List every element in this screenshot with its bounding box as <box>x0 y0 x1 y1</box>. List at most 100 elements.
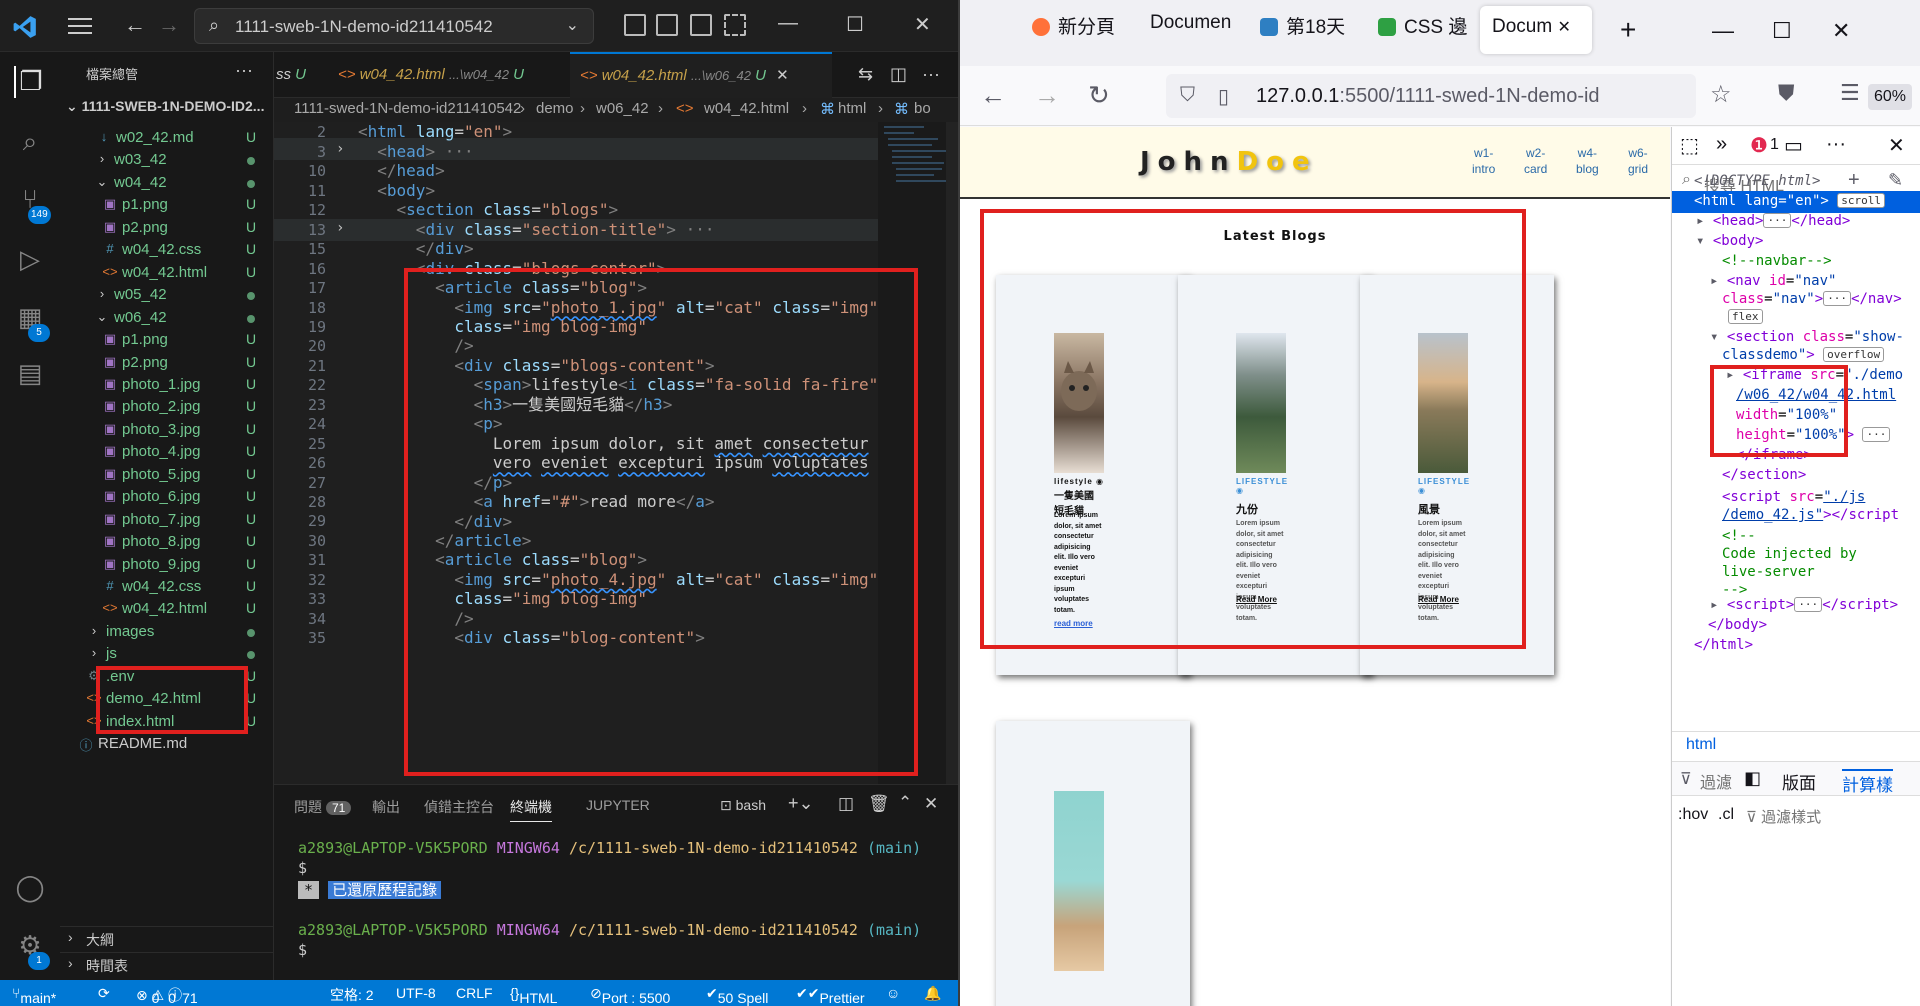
eyedropper-icon[interactable]: ✎ <box>1888 170 1903 191</box>
toggle-secondary-sidebar-icon[interactable] <box>690 14 712 36</box>
more-actions-icon[interactable]: ··· <box>922 64 940 85</box>
dom-node[interactable]: <!DOCTYPE html> <box>1694 173 1820 189</box>
more-tools-icon[interactable]: » <box>1716 133 1727 156</box>
tab-jupyter[interactable]: JUPYTER <box>586 797 650 813</box>
browser-tab[interactable]: 新分頁 <box>1032 12 1128 56</box>
site-logo[interactable]: JohnDoe <box>1140 147 1318 177</box>
account-icon[interactable]: ◯ <box>14 872 46 904</box>
tab-partial[interactable]: ss U <box>274 52 326 98</box>
forward-arrow-icon[interactable]: → <box>1034 80 1060 111</box>
url-bar[interactable]: ⛉ ▯ 127.0.0.1:5500/1111-swed-1N-demo-id … <box>1166 74 1913 118</box>
root-folder[interactable]: ⌄ 1111-SWEB-1N-DEMO-ID2... <box>66 98 264 115</box>
maximize-icon[interactable]: ☐ <box>846 12 864 37</box>
app-menu-icon[interactable]: ☰ <box>1840 80 1860 106</box>
zoom-level[interactable]: 60% <box>1868 84 1913 110</box>
tab-debug-console[interactable]: 偵錯主控台 <box>424 797 494 817</box>
read-more-link[interactable]: Read More <box>1236 595 1277 604</box>
feedback-icon[interactable]: ☺ <box>886 985 900 1001</box>
dom-node[interactable]: /w06_42/w04_42.html <box>1736 387 1896 403</box>
prettier-indicator[interactable]: ✔✔ Prettier <box>796 985 865 1006</box>
page-icon[interactable]: ▯ <box>1218 84 1229 109</box>
new-tab-icon[interactable]: + <box>1620 14 1636 46</box>
dock-icon[interactable]: ▭ <box>1784 133 1803 158</box>
fold-chevron-icon[interactable]: › <box>336 141 344 157</box>
open-changes-icon[interactable]: ⇆ <box>858 64 873 85</box>
trash-icon[interactable]: 🗑 <box>868 794 890 814</box>
tab-w04-html[interactable]: <> w04_42.html ...\w04_42 U <box>328 52 568 98</box>
tab-close-icon[interactable]: ✕ <box>776 67 789 84</box>
tab-problems[interactable]: 問題 71 <box>294 797 352 817</box>
maximize-icon[interactable]: ☐ <box>1772 18 1792 44</box>
tab-output[interactable]: 輸出 <box>372 797 400 817</box>
tab-w06-html[interactable]: <> w04_42.html ...\w06_42 U ✕ <box>570 52 832 98</box>
browser-tab[interactable]: 第18天 <box>1260 12 1356 56</box>
dom-node[interactable]: classdemo"> overflow <box>1722 347 1885 363</box>
flex-badge[interactable]: flex <box>1728 309 1763 324</box>
add-node-icon[interactable]: + <box>1848 169 1860 192</box>
breadcrumb-item[interactable]: html <box>838 100 866 117</box>
fold-chevron-icon[interactable]: › <box>336 220 344 236</box>
new-terminal-icon[interactable]: +⌄ <box>788 793 814 814</box>
nav-link-w4[interactable]: w4- blog <box>1576 145 1599 177</box>
customize-layout-icon[interactable] <box>724 14 746 36</box>
dom-node[interactable]: </html> <box>1694 637 1753 653</box>
explorer-icon[interactable]: ❐ <box>14 66 46 98</box>
toggle-sidebar-icon[interactable] <box>624 14 646 36</box>
more-actions-icon[interactable]: ··· <box>1826 133 1846 156</box>
search-icon[interactable]: ⌕ <box>14 126 46 158</box>
tab-terminal[interactable]: 終端機 <box>510 797 552 822</box>
file-item[interactable]: ⓘ README.md <box>60 732 274 758</box>
cls-toggle[interactable]: .cl <box>1718 806 1734 824</box>
encoding-indicator[interactable]: UTF-8 <box>396 985 436 1001</box>
browser-tab[interactable]: CSS 邊 <box>1378 12 1474 56</box>
more-actions-icon[interactable]: ··· <box>235 60 253 81</box>
eol-indicator[interactable]: CRLF <box>456 985 493 1001</box>
code-editor[interactable]: 1231011121315161718192021222324252627282… <box>274 122 958 784</box>
hov-toggle[interactable]: :hov <box>1678 806 1708 824</box>
error-icon[interactable]: ❶ <box>1750 133 1768 158</box>
split-editor-icon[interactable]: ◫ <box>890 64 907 85</box>
breadcrumb-item[interactable]: w06_42 <box>596 100 649 117</box>
maximize-panel-icon[interactable]: ⌃ <box>898 793 912 813</box>
toggle-panel-icon[interactable] <box>656 14 678 36</box>
filter-styles-input[interactable]: ⊽ 過濾樣式 <box>1746 806 1821 827</box>
dom-node[interactable]: ▾ <body> <box>1696 233 1763 249</box>
filter-input[interactable]: 過濾 <box>1700 769 1732 793</box>
editor-scrollbar[interactable] <box>946 122 958 784</box>
terminal-shell-selector[interactable]: ⊡ bash <box>720 797 766 814</box>
back-arrow-icon[interactable]: ← <box>124 12 146 38</box>
breadcrumb-item[interactable]: html <box>1686 736 1716 754</box>
dom-node[interactable]: class="nav"> ··· </nav> <box>1722 291 1902 307</box>
minimize-icon[interactable]: — <box>1712 18 1734 44</box>
dom-node[interactable]: </section> <box>1722 467 1806 483</box>
indentation-indicator[interactable]: 空格: 2 <box>330 985 374 1005</box>
read-more-link[interactable]: read more <box>1054 619 1093 628</box>
live-server-port[interactable]: ⊘ Port : 5500 <box>590 985 670 1006</box>
split-terminal-icon[interactable]: ◫ <box>838 794 854 814</box>
breadcrumb-item[interactable]: bo <box>914 100 931 117</box>
branch-indicator[interactable]: ⑂ main* <box>12 985 56 1006</box>
remote-explorer-icon[interactable]: ▤ <box>14 358 46 390</box>
dom-node[interactable]: height="100%"> ··· <box>1736 427 1891 443</box>
close-panel-icon[interactable]: ✕ <box>924 794 938 814</box>
nav-link-w6[interactable]: w6- grid <box>1628 145 1648 177</box>
dom-comment[interactable]: <!-- Code injected by live-server --> <box>1722 527 1857 599</box>
spell-check-indicator[interactable]: ✔ 50 Spell <box>706 985 768 1006</box>
breadcrumb-item[interactable]: demo <box>536 100 574 117</box>
language-indicator[interactable]: {} HTML <box>510 985 557 1006</box>
nav-link-w2[interactable]: w2- card <box>1524 145 1547 177</box>
toggle-pane-icon[interactable]: ◧ <box>1744 768 1761 789</box>
close-icon[interactable]: ✕ <box>1832 18 1850 44</box>
dom-node[interactable]: ▸ <head> ··· </head> <box>1696 213 1850 229</box>
outline-section[interactable]: › 大綱 <box>60 926 274 950</box>
command-center-search[interactable]: ⌕ 1111-sweb-1N-demo-id211410542 ⌄ <box>194 8 594 44</box>
breadcrumb-item[interactable]: 1111-swed-1N-demo-id211410542 <box>294 100 521 117</box>
dom-node[interactable]: <html lang="en"> scroll <box>1694 193 1886 209</box>
tab-close-icon[interactable]: ✕ <box>1557 19 1570 36</box>
notifications-bell-icon[interactable]: 🔔 <box>924 985 941 1002</box>
reload-icon[interactable]: ↻ <box>1088 80 1110 111</box>
shield-icon[interactable]: ⛉ <box>1180 84 1195 107</box>
close-devtools-icon[interactable]: ✕ <box>1888 133 1905 158</box>
sync-icon[interactable]: ⟳ <box>98 985 110 1002</box>
read-more-link[interactable]: Read More <box>1418 595 1459 604</box>
